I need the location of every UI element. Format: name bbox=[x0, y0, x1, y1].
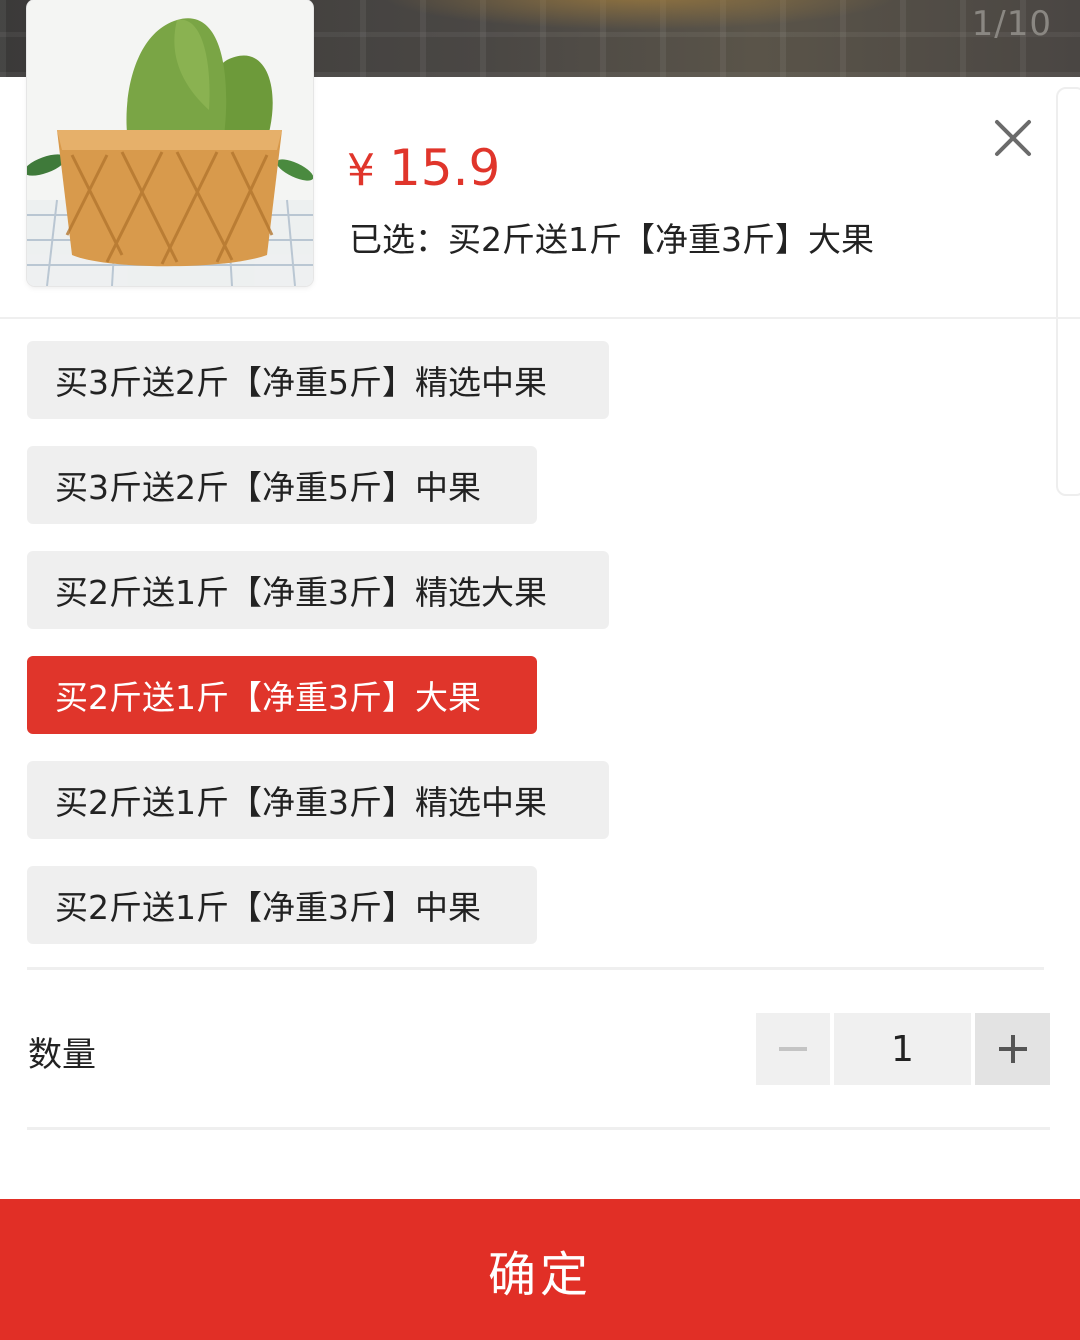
option-chip[interactable]: 买2斤送1斤【净重3斤】中果 bbox=[27, 866, 537, 944]
close-button[interactable] bbox=[990, 115, 1036, 161]
product-thumbnail bbox=[27, 0, 313, 286]
sku-selector-sheet: ¥15.9 已选：买2斤送1斤【净重3斤】大果 买3斤送2斤【净重5斤】精选中果… bbox=[0, 0, 1080, 1340]
selected-variant-text: 已选：买2斤送1斤【净重3斤】大果 bbox=[349, 220, 874, 259]
option-chip[interactable]: 买2斤送1斤【净重3斤】精选中果 bbox=[27, 761, 609, 839]
option-chip[interactable]: 买2斤送1斤【净重3斤】精选大果 bbox=[27, 551, 609, 629]
image-counter: 1/10 bbox=[971, 4, 1052, 44]
close-icon bbox=[995, 120, 1031, 156]
decrease-button[interactable] bbox=[756, 1013, 830, 1085]
plus-icon bbox=[998, 1035, 1027, 1063]
divider bbox=[27, 1127, 1050, 1130]
divider bbox=[0, 317, 1080, 319]
currency-symbol: ¥ bbox=[347, 145, 375, 196]
price-value: 15.9 bbox=[389, 139, 501, 197]
confirm-button[interactable]: 确定 bbox=[0, 1199, 1080, 1340]
minus-icon bbox=[779, 1047, 807, 1051]
background-card-edge bbox=[1056, 87, 1080, 496]
option-chip-selected[interactable]: 买2斤送1斤【净重3斤】大果 bbox=[27, 656, 537, 734]
option-chip[interactable]: 买3斤送2斤【净重5斤】精选中果 bbox=[27, 341, 609, 419]
mango-basket-image bbox=[27, 0, 313, 286]
option-chip[interactable]: 买3斤送2斤【净重5斤】中果 bbox=[27, 446, 537, 524]
product-price: ¥15.9 bbox=[347, 143, 500, 193]
increase-button[interactable] bbox=[975, 1013, 1050, 1085]
divider bbox=[27, 967, 1044, 970]
quantity-value[interactable]: 1 bbox=[834, 1013, 971, 1085]
quantity-label: 数量 bbox=[28, 1035, 96, 1075]
